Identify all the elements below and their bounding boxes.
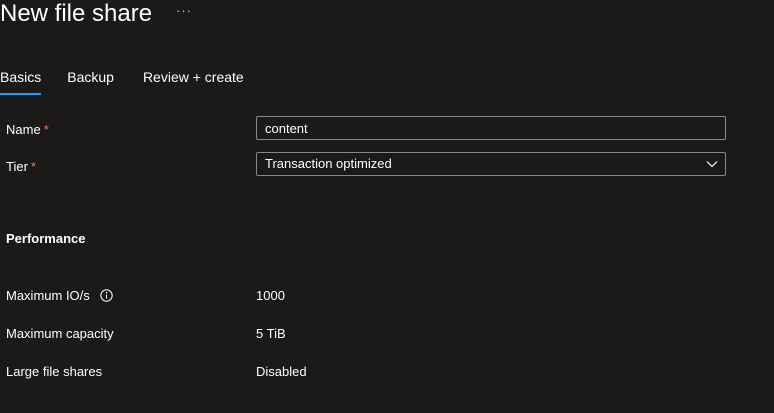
name-label-text: Name — [6, 122, 41, 137]
tab-bar: Basics Backup Review + create — [0, 66, 244, 96]
max-capacity-value: 5 TiB — [256, 326, 286, 341]
chevron-down-icon — [706, 161, 718, 168]
max-capacity-label: Maximum capacity — [6, 326, 114, 341]
tier-label: Tier * — [6, 159, 36, 174]
new-file-share-page: New file share ··· Basics Backup Review … — [0, 0, 774, 413]
required-mark: * — [43, 122, 49, 137]
page-title: New file share — [0, 0, 153, 27]
required-mark: * — [30, 159, 36, 174]
tier-label-text: Tier — [6, 159, 28, 174]
large-file-shares-label: Large file shares — [6, 364, 103, 379]
large-file-shares-value: Disabled — [256, 364, 307, 379]
max-iops-label-text: Maximum IO/s — [6, 288, 90, 303]
more-icon[interactable]: ··· — [176, 3, 192, 18]
tier-dropdown[interactable]: Transaction optimized — [256, 152, 726, 176]
name-field-box — [256, 116, 726, 140]
name-label: Name * — [6, 122, 49, 137]
tab-review-create[interactable]: Review + create — [143, 66, 244, 96]
performance-heading: Performance — [6, 231, 86, 246]
name-input[interactable] — [257, 117, 725, 139]
tab-basics[interactable]: Basics — [0, 66, 42, 96]
max-iops-label: Maximum IO/s — [6, 288, 114, 303]
tab-backup[interactable]: Backup — [67, 66, 114, 96]
info-icon[interactable] — [100, 289, 114, 302]
max-iops-value: 1000 — [256, 288, 285, 303]
tier-selected-value: Transaction optimized — [265, 156, 392, 171]
